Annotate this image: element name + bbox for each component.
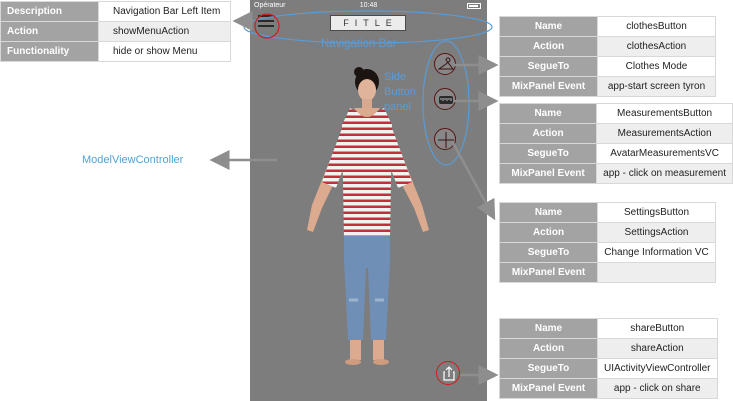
table-value: clothesAction xyxy=(597,36,716,57)
tape-measure-icon xyxy=(439,96,453,104)
table-value: shareAction xyxy=(597,338,718,359)
table-value: Change Information VC xyxy=(597,242,716,263)
table-key: MixPanel Event xyxy=(499,76,598,97)
app-logo: FITLE xyxy=(330,15,406,31)
table-value: app - click on measurement xyxy=(596,163,733,184)
settings-button[interactable] xyxy=(434,128,456,150)
table-row: MixPanel Event app-start screen tyron xyxy=(499,76,716,97)
table-row: MixPanel Event xyxy=(499,262,716,283)
table-key: SegueTo xyxy=(499,242,598,263)
table-row: Action clothesAction xyxy=(499,36,716,57)
table-row: Name MeasurementsButton xyxy=(498,103,733,124)
table-key: SegueTo xyxy=(498,143,598,164)
battery-icon xyxy=(467,3,481,9)
share-icon xyxy=(443,366,455,381)
share-button[interactable] xyxy=(436,361,460,385)
table-key: MixPanel Event xyxy=(499,262,598,283)
table-row: SegueTo AvatarMeasurementsVC xyxy=(498,143,733,164)
table-row: Description Navigation Bar Left Item xyxy=(0,1,231,22)
navigation-bar-label: Navigation Bar xyxy=(321,38,397,50)
nav-left-item-table: Description Navigation Bar Left Item Acti… xyxy=(0,1,231,62)
table-key: SegueTo xyxy=(499,56,598,77)
table-row: Action MeasurementsAction xyxy=(498,123,733,144)
table-row: SegueTo Change Information VC xyxy=(499,242,716,263)
table-key: Name xyxy=(499,16,598,37)
table-row: SegueTo UIActivityViewController xyxy=(499,358,718,379)
table-key: Action xyxy=(0,21,99,42)
table-key: Action xyxy=(499,338,598,359)
clothes-button-table: Name clothesButton Action clothesAction Se… xyxy=(499,16,716,97)
model-view-controller-label: ModelViewController xyxy=(82,154,184,166)
table-value: SettingsButton xyxy=(597,202,716,223)
table-key: Action xyxy=(498,123,598,144)
table-row: Name clothesButton xyxy=(499,16,716,37)
table-value: MeasurementsAction xyxy=(596,123,733,144)
table-key: Name xyxy=(498,103,598,124)
table-value: AvatarMeasurementsVC xyxy=(596,143,733,164)
table-value: app - click on share xyxy=(597,378,718,399)
table-value: UIActivityViewController xyxy=(597,358,718,379)
table-row: SegueTo Clothes Mode xyxy=(499,56,716,77)
side-button-panel-label: Side Button panel xyxy=(384,70,424,115)
share-button-table: Name shareButton Action shareAction SegueT… xyxy=(499,318,718,399)
table-row: Functionality hide or show Menu xyxy=(0,41,231,62)
table-value: shareButton xyxy=(597,318,718,339)
table-key: SegueTo xyxy=(499,358,598,379)
table-value: SettingsAction xyxy=(597,222,716,243)
table-value: hide or show Menu xyxy=(98,41,231,62)
phone-screen: Opérateur 10:48 FITLE Navigation Bar Sid… xyxy=(250,0,487,401)
measurements-button-table: Name MeasurementsButton Action Measurement… xyxy=(498,103,733,184)
table-key: Action xyxy=(499,36,598,57)
plus-icon xyxy=(438,132,454,148)
table-row: MixPanel Event app - click on share xyxy=(499,378,718,399)
measurements-button[interactable] xyxy=(434,88,456,110)
table-key: MixPanel Event xyxy=(498,163,598,184)
panel-label-line: Side xyxy=(384,71,407,83)
table-row: Name shareButton xyxy=(499,318,718,339)
panel-label-line: panel xyxy=(384,101,411,113)
table-value: showMenuAction xyxy=(98,21,231,42)
table-key: Functionality xyxy=(0,41,99,62)
clothes-button[interactable] xyxy=(434,53,456,75)
table-key: Action xyxy=(499,222,598,243)
status-time: 10:48 xyxy=(359,2,378,9)
table-value: Navigation Bar Left Item xyxy=(98,1,231,22)
table-row: Action showMenuAction xyxy=(0,21,231,42)
table-key: MixPanel Event xyxy=(499,378,598,399)
hamburger-menu-icon[interactable] xyxy=(258,15,274,27)
table-key: Name xyxy=(499,318,598,339)
table-key: Description xyxy=(0,1,99,22)
table-value: clothesButton xyxy=(597,16,716,37)
table-row: Name SettingsButton xyxy=(499,202,716,223)
status-bar: Opérateur 10:48 xyxy=(250,0,487,13)
table-value: Clothes Mode xyxy=(597,56,716,77)
table-row: Action SettingsAction xyxy=(499,222,716,243)
table-key: Name xyxy=(499,202,598,223)
table-row: Action shareAction xyxy=(499,338,718,359)
hanger-icon xyxy=(437,57,455,70)
panel-label-line: Button xyxy=(384,86,416,98)
table-value: MeasurementsButton xyxy=(596,103,733,124)
table-row: MixPanel Event app - click on measurement xyxy=(498,163,733,184)
table-value: app-start screen tyron xyxy=(597,76,716,97)
table-value xyxy=(597,262,716,283)
settings-button-table: Name SettingsButton Action SettingsAction … xyxy=(499,202,716,283)
